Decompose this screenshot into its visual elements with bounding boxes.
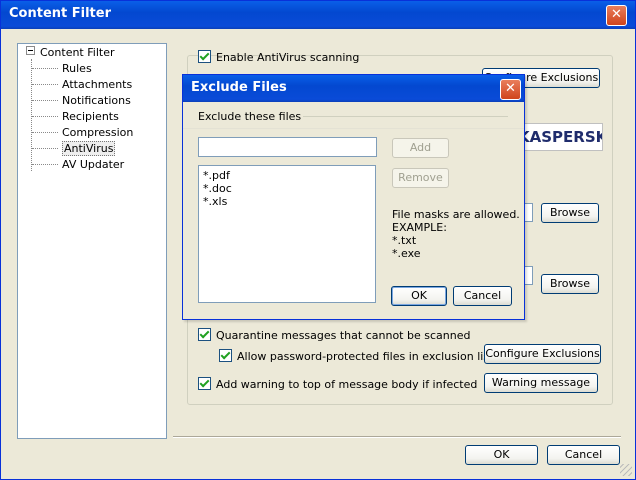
allow-password-option[interactable]: Allow password-protected files in exclus… xyxy=(219,349,504,363)
add-button[interactable]: Add xyxy=(392,138,449,158)
group-divider xyxy=(303,116,508,117)
enable-antivirus-checkbox[interactable] xyxy=(198,50,211,63)
exclude-group-label: Exclude these files xyxy=(198,110,302,123)
remove-button[interactable]: Remove xyxy=(392,168,449,188)
excluded-files-list[interactable]: *.pdf *.doc *.xls xyxy=(198,165,376,303)
add-warning-checkbox[interactable] xyxy=(198,377,211,390)
exclude-file-input[interactable] xyxy=(198,137,377,157)
add-warning-option[interactable]: Add warning to top of message body if in… xyxy=(198,377,477,391)
add-warning-label: Add warning to top of message body if in… xyxy=(216,378,478,391)
dialog-title-bar[interactable]: Exclude Files ✕ xyxy=(183,75,524,102)
tree-item-rules[interactable]: Rules xyxy=(32,62,92,75)
dialog-title: Exclude Files xyxy=(191,80,287,95)
tree-root-label: Content Filter xyxy=(40,46,115,59)
list-item[interactable]: *.pdf xyxy=(203,169,371,182)
footer-divider xyxy=(173,436,621,438)
kaspersky-logo: KASPERSKYlab xyxy=(517,123,603,151)
dialog-cancel-button[interactable]: Cancel xyxy=(453,286,512,306)
enable-antivirus-label: Enable AntiVirus scanning xyxy=(216,51,360,64)
tree-item-compression[interactable]: Compression xyxy=(32,126,133,139)
window-close-icon[interactable]: ✕ xyxy=(606,5,627,26)
cancel-button[interactable]: Cancel xyxy=(547,445,620,465)
browse-button-2[interactable]: Browse xyxy=(541,274,599,294)
ok-button[interactable]: OK xyxy=(465,445,538,465)
tree-item-recipients[interactable]: Recipients xyxy=(32,110,119,123)
collapse-icon[interactable] xyxy=(26,46,35,55)
warning-message-button[interactable]: Warning message xyxy=(484,373,598,393)
enable-antivirus-option[interactable]: Enable AntiVirus scanning xyxy=(198,50,359,64)
configure-exclusions-button[interactable]: Configure Exclusions xyxy=(484,344,601,364)
list-item[interactable]: *.xls xyxy=(203,195,371,208)
dialog-ok-button[interactable]: OK xyxy=(391,286,447,306)
tree-item-antivirus[interactable]: AntiVirus xyxy=(32,141,116,156)
tree-root[interactable]: Content Filter xyxy=(26,46,115,59)
list-item[interactable]: *.doc xyxy=(203,182,371,195)
tree-item-notifications[interactable]: Notifications xyxy=(32,94,131,107)
dialog-close-icon[interactable]: ✕ xyxy=(500,79,521,100)
quarantine-label: Quarantine messages that cannot be scann… xyxy=(216,329,471,342)
exclude-files-dialog: Exclude Files ✕ Exclude these files Add … xyxy=(182,74,525,320)
allow-password-label: Allow password-protected files in exclus… xyxy=(237,350,504,363)
window-title: Content Filter xyxy=(9,6,111,21)
browse-button-1[interactable]: Browse xyxy=(541,203,599,223)
quarantine-checkbox[interactable] xyxy=(198,328,211,341)
resize-grip[interactable] xyxy=(620,464,632,476)
tree-item-attachments[interactable]: Attachments xyxy=(32,78,132,91)
tree-item-av-updater[interactable]: AV Updater xyxy=(32,158,124,171)
category-tree[interactable]: Content Filter Rules Attachments Notific… xyxy=(17,43,167,439)
file-mask-note: File masks are allowed. EXAMPLE: *.txt *… xyxy=(392,208,520,260)
quarantine-option[interactable]: Quarantine messages that cannot be scann… xyxy=(198,328,470,342)
window-title-bar[interactable]: Content Filter ✕ xyxy=(1,1,635,29)
allow-password-checkbox[interactable] xyxy=(219,349,232,362)
